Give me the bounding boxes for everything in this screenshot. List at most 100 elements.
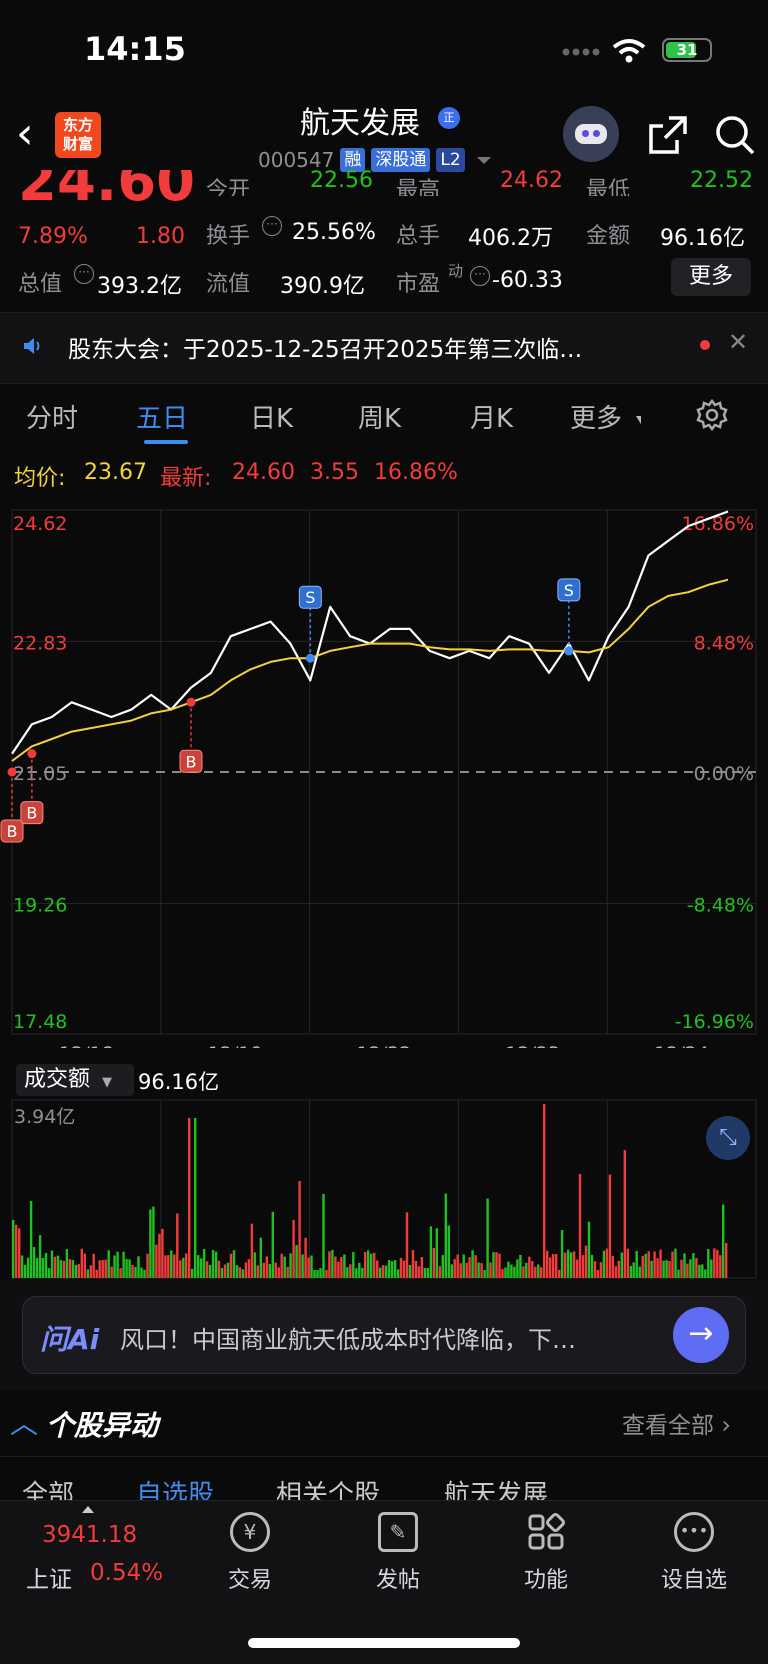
- notice-text[interactable]: 股东大会：于2025-12-25召开2025年第三次临…: [68, 330, 582, 364]
- volume-bar: [185, 1253, 188, 1278]
- volume-bar: [408, 1265, 412, 1278]
- volume-bar: [367, 1250, 370, 1278]
- chevron-up-icon[interactable]: ︿: [10, 1402, 38, 1442]
- volume-bar: [211, 1250, 215, 1278]
- volume-bar: [686, 1263, 689, 1278]
- assistant-avatar-icon[interactable]: [563, 106, 619, 162]
- volume-bar: [465, 1262, 468, 1278]
- gear-icon[interactable]: [695, 398, 729, 432]
- volume-bar: [143, 1269, 146, 1278]
- info-icon[interactable]: ···: [262, 216, 282, 236]
- info-icon[interactable]: ···: [74, 264, 94, 284]
- volume-bar: [725, 1242, 728, 1278]
- volume-bar: [364, 1252, 367, 1278]
- volume-bar: [322, 1194, 325, 1278]
- subtab-related[interactable]: 相关个股: [276, 1474, 380, 1502]
- volume-bar: [229, 1253, 233, 1278]
- mktcap-value: 393.2亿: [97, 274, 182, 299]
- volume-bar: [435, 1228, 438, 1278]
- arrow-right-icon[interactable]: →: [673, 1307, 729, 1363]
- change-pct: 7.89%: [18, 224, 88, 249]
- volume-bar: [387, 1260, 391, 1278]
- volume-bar: [680, 1259, 683, 1278]
- ai-prompt-text[interactable]: 风口！中国商业航天低成本时代降临，下…: [120, 1320, 576, 1355]
- volume-bar: [668, 1261, 671, 1278]
- volume-bar: [420, 1257, 424, 1278]
- see-all-link[interactable]: 查看全部 ›: [622, 1406, 731, 1440]
- more-dots-icon: •••: [674, 1512, 714, 1552]
- subtab-all[interactable]: 全部: [22, 1474, 74, 1502]
- more-button[interactable]: 更多: [671, 258, 751, 296]
- volume-bar: [15, 1224, 18, 1278]
- divider: [0, 1456, 768, 1457]
- tab-daily-k[interactable]: 日K: [250, 398, 293, 435]
- volume-bar: [575, 1259, 579, 1278]
- volume-bar: [140, 1267, 143, 1278]
- volume-bar: [495, 1252, 498, 1278]
- volume-bar: [605, 1248, 609, 1278]
- tab-monthly-k[interactable]: 月K: [470, 398, 513, 435]
- volume-bar: [632, 1262, 635, 1278]
- volume-bar: [179, 1260, 182, 1278]
- index-change[interactable]: 0.54%: [90, 1560, 163, 1586]
- expand-icon[interactable]: ⤡: [706, 1116, 750, 1160]
- marker-dot: [564, 646, 574, 656]
- volume-bar: [214, 1251, 218, 1278]
- tag-l2: L2: [436, 148, 465, 172]
- back-icon[interactable]: ‹: [16, 110, 34, 158]
- volume-bar: [295, 1245, 298, 1278]
- volume-bar: [50, 1250, 54, 1278]
- volume-bar: [131, 1264, 134, 1278]
- nav-post[interactable]: ✎ 发帖: [338, 1512, 458, 1594]
- close-icon[interactable]: ✕: [728, 328, 748, 356]
- volume-bar: [316, 1269, 319, 1278]
- tab-more[interactable]: 更多: [570, 398, 622, 435]
- volume-bar: [516, 1259, 519, 1278]
- stock-code-row[interactable]: 000547 融 深股通 L2: [258, 148, 491, 172]
- search-icon[interactable]: [714, 114, 756, 156]
- subtab-watchlist[interactable]: 自选股: [136, 1474, 214, 1502]
- volume-bar: [232, 1250, 236, 1278]
- volume-bar: [256, 1265, 259, 1278]
- volume-bar: [283, 1256, 286, 1278]
- volume-bar: [489, 1262, 492, 1278]
- price-chart[interactable]: 24.62 16.86%22.83 8.48%21.05 0.00%19.26 -8.4…: [0, 496, 768, 1048]
- volume-bar: [146, 1253, 149, 1278]
- volume-bar: [65, 1249, 69, 1278]
- nav-add-watchlist[interactable]: ••• 设自选: [634, 1512, 754, 1594]
- volume-frame: [11, 1099, 757, 1279]
- volume-bar: [188, 1118, 191, 1278]
- nav-trade[interactable]: ¥ 交易: [190, 1512, 310, 1594]
- volume-bar: [337, 1261, 340, 1278]
- index-name[interactable]: 上证: [26, 1560, 72, 1594]
- app-logo: 东方 财富: [55, 112, 101, 158]
- volume-bar: [587, 1221, 591, 1278]
- volume-bar: [578, 1174, 582, 1278]
- share-icon[interactable]: [647, 114, 689, 156]
- tab-intraday[interactable]: 分时: [26, 398, 78, 435]
- volume-chart[interactable]: [0, 1098, 768, 1280]
- volume-indicator-tab[interactable]: 成交额 ▼: [16, 1064, 134, 1096]
- volume-bar: [599, 1262, 603, 1278]
- tab-five-day[interactable]: 五日: [136, 398, 188, 435]
- volume-bar: [277, 1267, 280, 1278]
- volume-bar: [710, 1259, 713, 1278]
- volume-bar: [113, 1255, 116, 1278]
- volume-bar: [334, 1256, 337, 1278]
- volume-bar: [328, 1251, 331, 1278]
- tab-indicator: [144, 440, 188, 444]
- volume-bar: [650, 1260, 653, 1278]
- subtab-stock[interactable]: 航天发展: [444, 1474, 548, 1502]
- info-icon[interactable]: ···: [470, 266, 490, 286]
- volume-bar: [310, 1255, 313, 1278]
- index-value[interactable]: 3941.18: [42, 1522, 137, 1548]
- volume-bar: [265, 1256, 268, 1278]
- tab-weekly-k[interactable]: 周K: [358, 398, 401, 435]
- volume-bar: [620, 1252, 623, 1278]
- volume-bar: [352, 1252, 355, 1278]
- volume-bar: [376, 1260, 379, 1278]
- tag-connect: 深股通: [371, 148, 431, 172]
- nav-functions[interactable]: 功能: [486, 1512, 606, 1594]
- volume-bar: [396, 1269, 400, 1278]
- volume-bar: [608, 1174, 612, 1278]
